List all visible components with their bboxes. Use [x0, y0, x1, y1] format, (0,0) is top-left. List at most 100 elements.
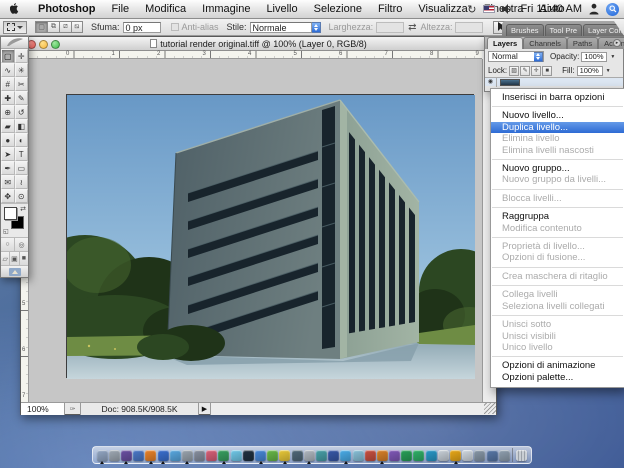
- lock-button-3[interactable]: ■: [542, 66, 552, 76]
- slice-tool[interactable]: ✂: [15, 77, 29, 91]
- dock-icon-1[interactable]: [108, 447, 120, 463]
- foreground-color-swatch[interactable]: [4, 207, 17, 220]
- crop-tool[interactable]: #: [1, 77, 15, 91]
- dock-icon-12[interactable]: [242, 447, 254, 463]
- quick-mask-button[interactable]: ◎: [15, 238, 28, 251]
- shape-tool[interactable]: ▭: [15, 161, 29, 175]
- well-tab-tool-pre[interactable]: Tool Pre: [545, 24, 583, 36]
- dock-icon-25[interactable]: [401, 447, 413, 463]
- gradient-tool[interactable]: ◧: [15, 119, 29, 133]
- pen-tool[interactable]: ✒: [1, 161, 15, 175]
- dock-icon-21[interactable]: [352, 447, 364, 463]
- menu-file[interactable]: File: [103, 3, 137, 15]
- height-input[interactable]: [455, 22, 483, 33]
- default-colors-icon[interactable]: ◱: [3, 228, 9, 235]
- spotlight-icon[interactable]: [606, 3, 619, 16]
- lock-button-1[interactable]: ✎: [520, 66, 530, 76]
- screen-mode-button-1[interactable]: ▣: [10, 252, 19, 265]
- menu-immagine[interactable]: Immagine: [194, 3, 258, 15]
- palette-tab-paths[interactable]: Paths: [567, 37, 598, 49]
- path-selection-tool[interactable]: ➤: [1, 147, 15, 161]
- dock-icon-16[interactable]: [291, 447, 303, 463]
- add-to-selection-button[interactable]: ⧉: [47, 21, 59, 33]
- healing-brush-tool[interactable]: ✚: [1, 91, 15, 105]
- document-image[interactable]: [66, 94, 474, 378]
- adobe-feather-icon[interactable]: [1, 37, 28, 49]
- zoom-level-field[interactable]: 100%: [21, 403, 65, 415]
- window-title-bar[interactable]: tutorial render original.tiff @ 100% (La…: [21, 37, 496, 51]
- palette-tab-channels[interactable]: Channels: [523, 37, 567, 49]
- dock-icon-0[interactable]: [96, 447, 108, 463]
- menu-item-raggruppa[interactable]: Raggruppa: [491, 211, 624, 222]
- dock-icon-32[interactable]: [486, 447, 498, 463]
- lasso-tool[interactable]: ∿: [1, 63, 15, 77]
- blur-tool[interactable]: ●: [1, 133, 15, 147]
- fill-dropdown-icon[interactable]: ▼: [606, 68, 611, 74]
- dock-icon-19[interactable]: [328, 447, 340, 463]
- tool-preset-picker[interactable]: [3, 21, 27, 34]
- horizontal-scrollbar[interactable]: [211, 403, 496, 415]
- notes-tool[interactable]: ✉: [1, 175, 15, 189]
- menu-item-duplica-livello[interactable]: Duplica livello...: [491, 122, 624, 133]
- opacity-field[interactable]: 100%: [581, 52, 607, 62]
- fill-field[interactable]: 100%: [577, 66, 603, 76]
- dock-icon-33[interactable]: [498, 447, 510, 463]
- menu-item-inserisci-in-barra-opzioni[interactable]: Inserisci in barra opzioni: [491, 92, 624, 103]
- dock-icon-23[interactable]: [376, 447, 388, 463]
- menu-item-opzioni-di-animazione[interactable]: Opzioni di animazione: [491, 360, 624, 371]
- swap-dimensions-icon[interactable]: ⇄: [408, 22, 416, 33]
- status-flyout-arrow[interactable]: ▶: [199, 403, 211, 415]
- eyedropper-tool[interactable]: ≀: [15, 175, 29, 189]
- dock-icon-7[interactable]: [181, 447, 193, 463]
- menu-filtro[interactable]: Filtro: [370, 3, 410, 15]
- palette-tab-layers[interactable]: Layers: [487, 37, 523, 49]
- blend-mode-select[interactable]: Normal: [488, 51, 544, 62]
- dock-icon-3[interactable]: [133, 447, 145, 463]
- dock-icon-28[interactable]: [437, 447, 449, 463]
- palette-menu-button[interactable]: ▸: [613, 39, 621, 47]
- clone-stamp-tool[interactable]: ⊕: [1, 105, 15, 119]
- dock-icon-22[interactable]: [364, 447, 376, 463]
- dock-icon-29[interactable]: [449, 447, 461, 463]
- dock-icon-14[interactable]: [267, 447, 279, 463]
- anti-alias-checkbox[interactable]: [171, 23, 179, 31]
- dodge-tool[interactable]: ◐: [15, 133, 29, 147]
- menu-item-nuovo-livello[interactable]: Nuovo livello...: [491, 110, 624, 121]
- dock-icon-27[interactable]: [425, 447, 437, 463]
- style-stepper[interactable]: [312, 22, 321, 33]
- intersect-selection-button[interactable]: ⧅: [71, 21, 83, 33]
- feather-input[interactable]: 0 px: [123, 22, 161, 33]
- fast-user-switching-icon[interactable]: [589, 3, 599, 15]
- dock-icon-11[interactable]: [230, 447, 242, 463]
- dock-icon-30[interactable]: [462, 447, 474, 463]
- menu-photoshop[interactable]: Photoshop: [30, 3, 103, 15]
- dock-icon-24[interactable]: [389, 447, 401, 463]
- layer-visibility-eye-icon[interactable]: ◉: [485, 78, 497, 87]
- dock-icon-5[interactable]: [157, 447, 169, 463]
- horizontal-ruler[interactable]: 0123456789: [29, 51, 482, 59]
- dock-icon-4[interactable]: [145, 447, 157, 463]
- screen-mode-button-0[interactable]: ▱: [1, 252, 10, 265]
- dock-icon-17[interactable]: [303, 447, 315, 463]
- subtract-from-selection-button[interactable]: ⧄: [59, 21, 71, 33]
- history-brush-tool[interactable]: ↺: [15, 105, 29, 119]
- new-selection-button[interactable]: ▢: [35, 21, 47, 33]
- hand-tool[interactable]: ✥: [1, 189, 15, 203]
- screen-mode-button-2[interactable]: ■: [20, 252, 28, 265]
- dock-icon-10[interactable]: [218, 447, 230, 463]
- volume-icon[interactable]: [502, 4, 513, 14]
- document-size-info[interactable]: Doc: 908.5K/908.5K: [81, 403, 199, 415]
- menu-bar-clock[interactable]: Fri 11:40 AM: [520, 3, 582, 15]
- imageready-button[interactable]: [1, 265, 28, 277]
- sync-icon[interactable]: ↻: [467, 3, 476, 16]
- dock-icon-8[interactable]: [194, 447, 206, 463]
- move-tool[interactable]: ✛: [15, 49, 29, 63]
- layer-thumbnail[interactable]: [500, 79, 520, 86]
- canvas-area[interactable]: [29, 59, 482, 402]
- lock-button-2[interactable]: ✛: [531, 66, 541, 76]
- magic-wand-tool[interactable]: ✳: [15, 63, 29, 77]
- opacity-dropdown-icon[interactable]: ▼: [610, 54, 615, 60]
- status-menu-icon[interactable]: ✑: [65, 403, 81, 415]
- dock-trash-icon[interactable]: [515, 447, 527, 463]
- dock-icon-18[interactable]: [315, 447, 327, 463]
